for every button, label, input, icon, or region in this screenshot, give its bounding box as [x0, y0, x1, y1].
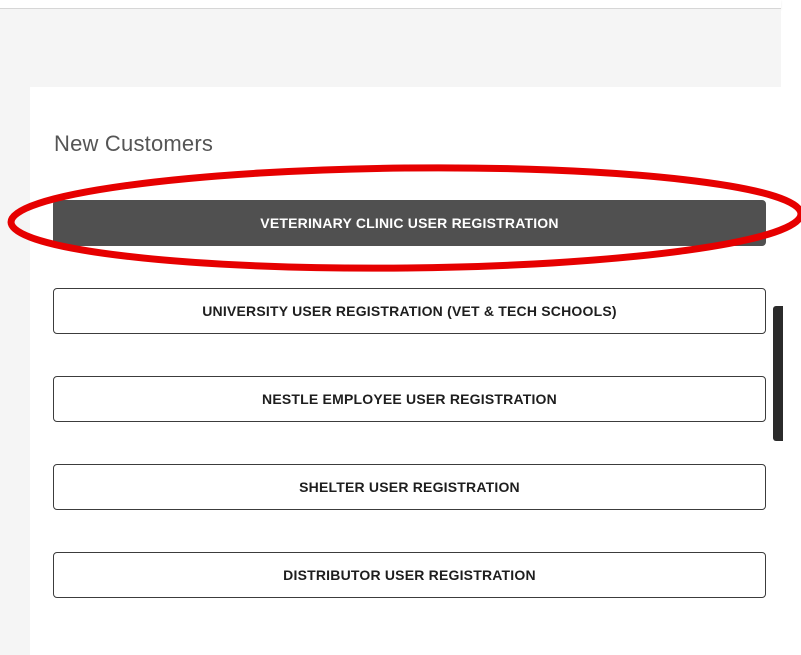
- shelter-registration-button[interactable]: SHELTER USER REGISTRATION: [53, 464, 766, 510]
- veterinary-clinic-registration-button[interactable]: VETERINARY CLINIC USER REGISTRATION: [53, 200, 766, 246]
- section-title: New Customers: [54, 131, 214, 156]
- nestle-employee-registration-button[interactable]: NESTLE EMPLOYEE USER REGISTRATION: [53, 376, 766, 422]
- top-header-bar: [0, 0, 781, 9]
- distributor-registration-button[interactable]: DISTRIBUTOR USER REGISTRATION: [53, 552, 766, 598]
- university-registration-button[interactable]: UNIVERSITY USER REGISTRATION (VET & TECH…: [53, 288, 766, 334]
- side-scroll-handle[interactable]: [773, 306, 783, 441]
